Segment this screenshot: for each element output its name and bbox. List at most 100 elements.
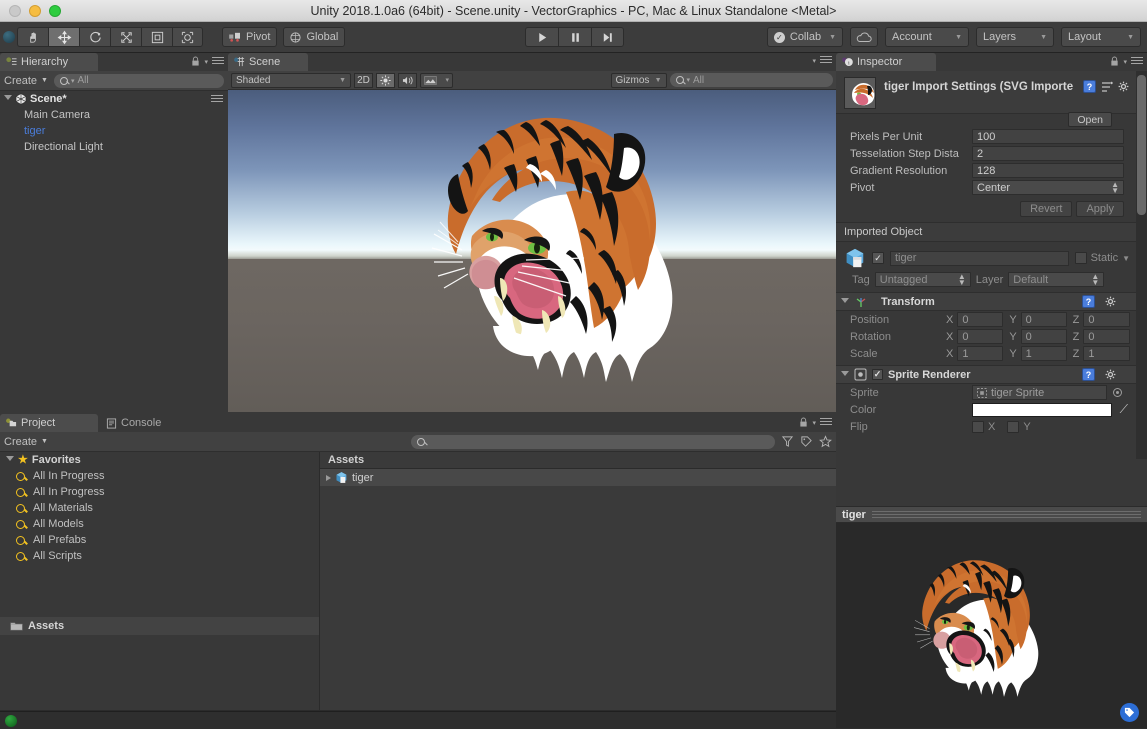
hierarchy-create-button[interactable]: Create ▼: [4, 75, 48, 87]
scene-lighting-toggle[interactable]: [376, 72, 395, 88]
move-tool-button[interactable]: [48, 27, 79, 47]
tab-console[interactable]: Console: [100, 414, 190, 432]
scene-2d-toggle[interactable]: 2D: [354, 72, 373, 88]
gear-icon[interactable]: [1118, 81, 1130, 93]
apply-button[interactable]: Apply: [1076, 201, 1124, 217]
layer-dropdown[interactable]: Default ▲ ▼: [1008, 272, 1105, 287]
gear-icon[interactable]: [1105, 296, 1117, 308]
tiger-sprite-scene[interactable]: [418, 100, 678, 390]
lock-icon[interactable]: [799, 417, 808, 428]
preview-resize-grip[interactable]: [871, 511, 1141, 518]
eyedropper-icon[interactable]: ⟋: [1120, 402, 1128, 417]
sprite-renderer-enabled-checkbox[interactable]: ✓: [872, 369, 883, 380]
play-button[interactable]: [525, 27, 558, 47]
disclosure-triangle-icon[interactable]: [326, 474, 331, 481]
preview-header[interactable]: tiger: [836, 506, 1147, 523]
tesselation-step-input[interactable]: 2: [972, 146, 1124, 161]
scale-tool-button[interactable]: [110, 27, 141, 47]
favorite-item-all-materials[interactable]: All Materials: [0, 500, 319, 516]
hand-tool-button[interactable]: [17, 27, 48, 47]
rotate-tool-button[interactable]: [79, 27, 110, 47]
pivot-mode-button[interactable]: Pivot: [222, 27, 278, 47]
open-asset-button[interactable]: Open: [1068, 112, 1112, 127]
handle-orientation-button[interactable]: Global: [283, 27, 346, 47]
revert-button[interactable]: Revert: [1020, 201, 1073, 217]
project-menu-icon[interactable]: [820, 418, 832, 427]
asset-preview-pane[interactable]: [836, 523, 1147, 728]
sprite-renderer-header[interactable]: ✓ Sprite Renderer ?: [836, 365, 1136, 384]
project-search-input[interactable]: [411, 434, 775, 449]
flip-x-checkbox[interactable]: [972, 420, 984, 433]
sprite-picker-icon[interactable]: [1113, 388, 1122, 397]
flip-y-checkbox[interactable]: [1007, 420, 1020, 433]
favorites-header[interactable]: ★ Favorites: [0, 452, 319, 468]
layout-button[interactable]: Layout ▼: [1061, 27, 1141, 47]
sprite-object-field[interactable]: tiger Sprite: [972, 385, 1107, 400]
tab-hierarchy[interactable]: Hierarchy: [0, 53, 98, 71]
hierarchy-menu-icon[interactable]: [212, 57, 224, 66]
gameobject-enabled-checkbox[interactable]: ✓: [872, 252, 884, 264]
scale-x-input[interactable]: 1: [957, 346, 1004, 361]
rotation-z-input[interactable]: 0: [1083, 329, 1130, 344]
favorite-item-all-prefabs[interactable]: All Prefabs: [0, 532, 319, 548]
scene-gizmos-dropdown[interactable]: Gizmos ▼: [610, 72, 667, 88]
hierarchy-scene-root[interactable]: Scene*: [0, 91, 228, 107]
scene-context-menu-icon[interactable]: [211, 94, 223, 104]
favorite-item-all-in-progress-2[interactable]: All In Progress: [0, 484, 319, 500]
favorite-item-all-scripts[interactable]: All Scripts: [0, 548, 319, 564]
rect-tool-button[interactable]: [141, 27, 172, 47]
scale-y-input[interactable]: 1: [1020, 346, 1067, 361]
preview-tag-button[interactable]: [1120, 703, 1139, 722]
position-z-input[interactable]: 0: [1083, 312, 1130, 327]
gradient-resolution-input[interactable]: 128: [972, 163, 1124, 178]
static-checkbox[interactable]: [1074, 252, 1087, 264]
pivot-dropdown[interactable]: Center ▲ ▼: [972, 180, 1124, 195]
filter-by-type-icon[interactable]: [781, 435, 794, 448]
filter-by-label-icon[interactable]: [800, 435, 813, 448]
disclosure-triangle-icon[interactable]: [841, 370, 849, 379]
hierarchy-item-directional-light[interactable]: Directional Light: [0, 139, 228, 155]
gear-icon[interactable]: [1105, 369, 1117, 381]
layers-button[interactable]: Layers ▼: [976, 27, 1054, 47]
collab-button[interactable]: ✓ Collab ▼: [766, 27, 843, 47]
tag-dropdown[interactable]: Untagged ▲ ▼: [874, 272, 971, 287]
account-button[interactable]: Account ▼: [885, 27, 969, 47]
project-tree-assets-row[interactable]: Assets: [0, 617, 319, 635]
pause-button[interactable]: [558, 27, 591, 47]
project-create-button[interactable]: Create ▼: [4, 436, 48, 448]
transform-tool-button[interactable]: [172, 27, 203, 47]
position-x-input[interactable]: 0: [957, 312, 1004, 327]
transform-component-header[interactable]: Transform ?: [836, 292, 1136, 311]
rotation-y-input[interactable]: 0: [1020, 329, 1067, 344]
cloud-services-button[interactable]: [850, 27, 878, 47]
favorite-star-icon[interactable]: [819, 435, 832, 448]
inspector-menu-icon[interactable]: [1131, 57, 1143, 66]
inspector-scroll-thumb[interactable]: [1137, 75, 1146, 215]
help-icon[interactable]: ?: [1082, 295, 1095, 308]
scale-z-input[interactable]: 1: [1083, 346, 1130, 361]
pixels-per-unit-input[interactable]: 100: [972, 129, 1124, 144]
rotation-x-input[interactable]: 0: [957, 329, 1004, 344]
help-icon[interactable]: ?: [1082, 368, 1095, 381]
tab-inspector[interactable]: i Inspector: [836, 53, 936, 71]
scene-effects-dropdown[interactable]: ▾: [420, 72, 453, 88]
lock-icon[interactable]: [1110, 56, 1119, 67]
gameobject-name-input[interactable]: tiger: [890, 250, 1069, 266]
hierarchy-item-tiger[interactable]: tiger: [0, 123, 228, 139]
tab-project[interactable]: Project: [0, 414, 98, 432]
color-swatch[interactable]: [972, 402, 1112, 417]
favorite-item-all-in-progress-1[interactable]: All In Progress: [0, 468, 319, 484]
favorite-item-all-models[interactable]: All Models: [0, 516, 319, 532]
preset-icon[interactable]: [1101, 81, 1113, 93]
scene-menu-icon[interactable]: [820, 56, 832, 65]
scene-draw-mode-dropdown[interactable]: Shaded ▼: [231, 72, 351, 88]
lock-icon[interactable]: [191, 56, 200, 67]
asset-list-item-tiger[interactable]: tiger: [320, 469, 836, 486]
tab-scene[interactable]: Scene: [228, 53, 308, 71]
scene-audio-toggle[interactable]: [398, 72, 417, 88]
help-icon[interactable]: ?: [1083, 80, 1096, 93]
position-y-input[interactable]: 0: [1020, 312, 1067, 327]
inspector-scrollbar[interactable]: [1136, 71, 1147, 459]
disclosure-triangle-icon[interactable]: [4, 95, 12, 103]
disclosure-triangle-icon[interactable]: [841, 297, 849, 306]
